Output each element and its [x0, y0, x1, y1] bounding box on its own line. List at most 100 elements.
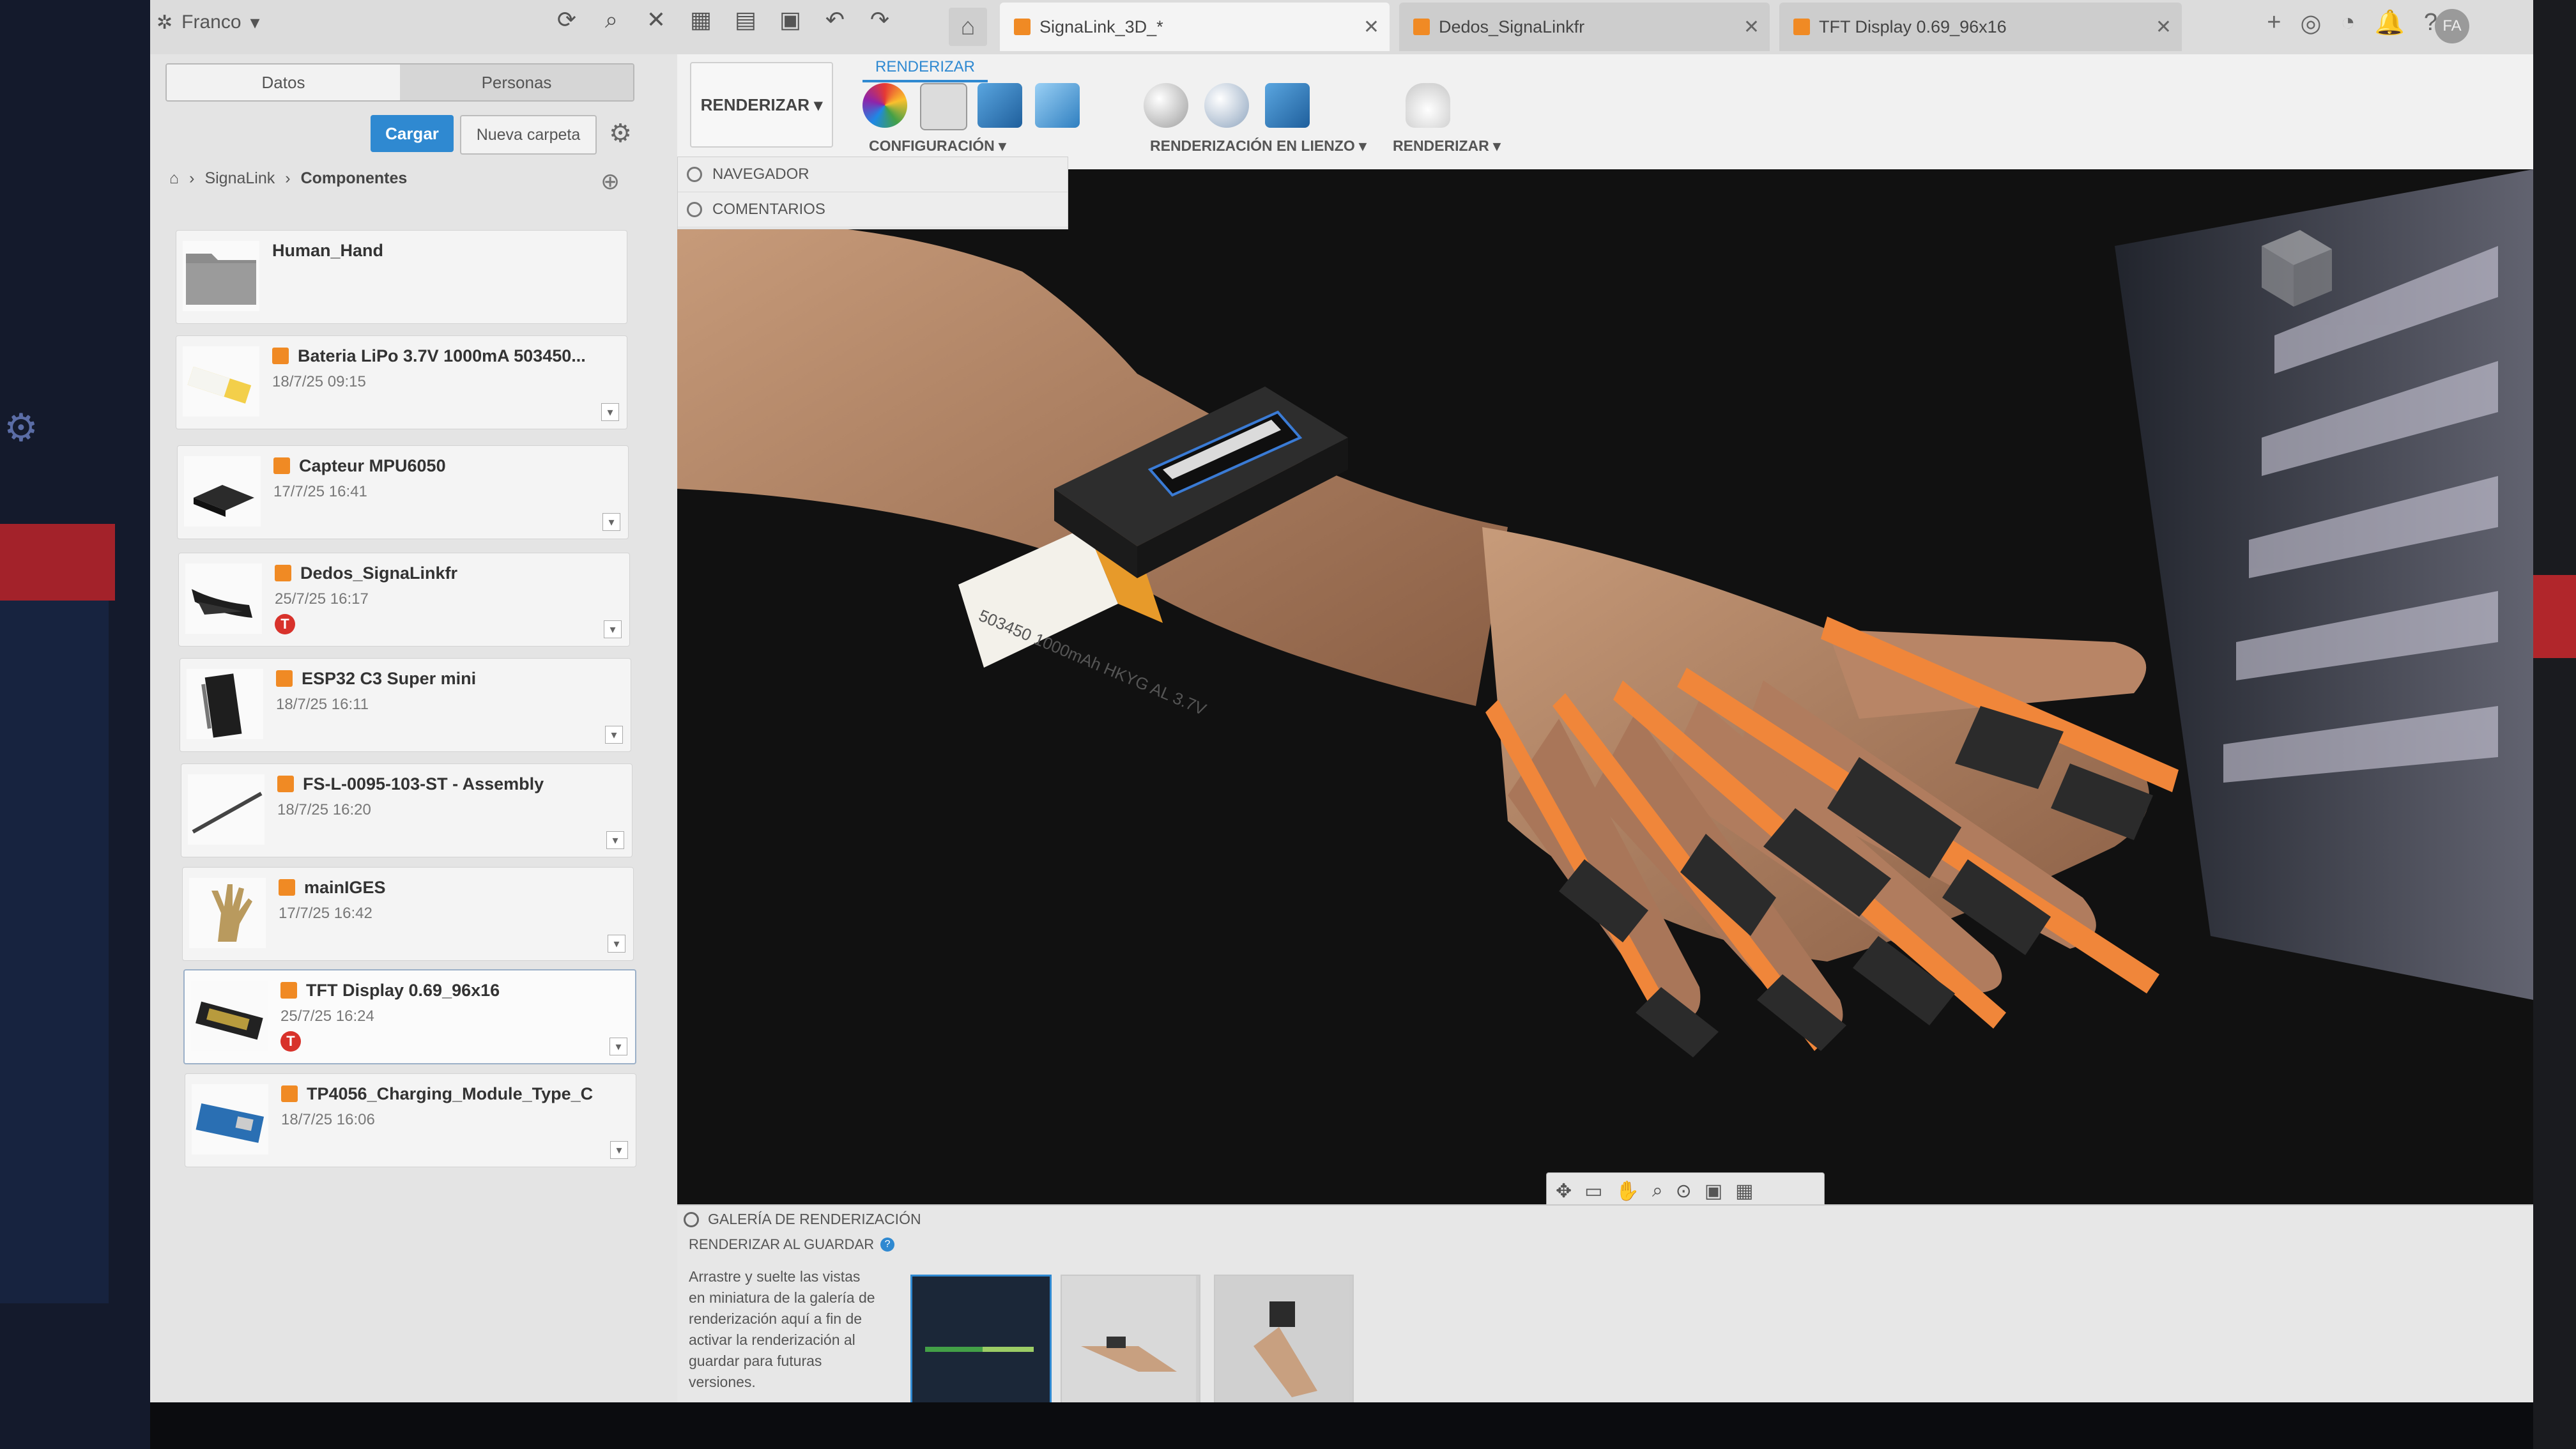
chevron-down-icon[interactable]: ▾ [602, 513, 620, 531]
breadcrumb-current: Componentes [300, 169, 408, 187]
expand-icon[interactable] [687, 167, 702, 182]
chevron-down-icon[interactable]: ▾ [601, 403, 619, 421]
look-at-icon[interactable]: ▭ [1584, 1180, 1602, 1202]
user-menu[interactable]: ✲ Franco ▾ [157, 6, 260, 38]
list-item[interactable]: FS-L-0095-103-ST - Assembly 18/7/25 16:2… [181, 763, 632, 857]
battery-thumbnail [183, 346, 259, 417]
home-icon[interactable]: ⌂ [949, 8, 987, 46]
zoom-icon[interactable]: ⌕ [1652, 1180, 1663, 1202]
tab-datos[interactable]: Datos [167, 65, 400, 100]
notifications-icon[interactable]: 🔔 [2375, 9, 2405, 38]
help-icon[interactable]: ? [880, 1238, 895, 1252]
item-name: Dedos_SignaLinkfr [300, 564, 458, 583]
render-gallery: GALERÍA DE RENDERIZACIÓN RENDERIZAR AL G… [677, 1204, 2533, 1402]
top-bar: ✲ Franco ▾ ⟳ ⌕ ✕ ▦ ▤ ▣ ↶ ↷ ⌂ SignaLink_3… [150, 0, 2533, 55]
file-menu-icon[interactable]: ▤ [732, 6, 760, 34]
home-icon[interactable]: ⌂ [169, 169, 179, 188]
item-name: ESP32 C3 Super mini [302, 669, 477, 688]
desktop-gear-icon: ⚙ [4, 406, 38, 449]
list-item[interactable]: Capteur MPU6050 17/7/25 16:41 ▾ [177, 445, 629, 539]
group-configuracion[interactable]: CONFIGURACIÓN ▾ [869, 137, 1006, 155]
item-date: 17/7/25 16:42 [279, 905, 372, 922]
render-thumbnail[interactable] [910, 1275, 1052, 1402]
job-status-icon[interactable]: ◔ [2341, 9, 2356, 38]
design-cube-icon [1413, 19, 1430, 35]
view-cube[interactable] [2242, 220, 2338, 316]
list-item[interactable]: Dedos_SignaLinkfr 25/7/25 16:17 T ▾ [178, 553, 630, 647]
chevron-down-icon[interactable]: ▾ [605, 726, 623, 744]
teapot-render-icon[interactable] [1406, 83, 1450, 128]
breadcrumb: ⌂ › SignaLink › Componentes [169, 169, 408, 188]
texture-map-icon[interactable] [977, 83, 1022, 128]
top-right-icons: + ◎ ◔ 🔔 ? [2267, 9, 2437, 38]
design-cube-icon [273, 457, 290, 474]
tab-personas[interactable]: Personas [400, 65, 633, 100]
render-toolbar: RENDERIZAR ▾ RENDERIZAR CONFIGURACIÓN ▾ … [677, 54, 2533, 170]
search-icon[interactable]: ⌕ [597, 6, 625, 34]
extensions-icon[interactable]: ◎ [2300, 9, 2321, 38]
capture-image-icon[interactable] [1265, 83, 1310, 128]
breadcrumb-item[interactable]: SignaLink [204, 169, 275, 188]
list-item[interactable]: mainIGES 17/7/25 16:42 ▾ [182, 867, 634, 961]
item-name: Human_Hand [272, 241, 384, 260]
upload-button[interactable]: Cargar [371, 115, 454, 152]
in-canvas-render-icon[interactable] [1144, 83, 1188, 128]
tab-signalink-3d[interactable]: SignaLink_3D_* ✕ [1000, 3, 1390, 51]
gallery-header[interactable]: GALERÍA DE RENDERIZACIÓN [684, 1211, 921, 1228]
render-thumbnail[interactable] [1061, 1275, 1200, 1402]
decal-icon[interactable] [1035, 83, 1080, 128]
tab-tft-display[interactable]: TFT Display 0.69_96x16 ✕ [1779, 3, 2182, 51]
chevron-down-icon[interactable]: ▾ [606, 831, 624, 849]
list-item[interactable]: Human_Hand [176, 230, 627, 324]
design-cube-icon [279, 879, 295, 896]
grid-apps-icon[interactable]: ▦ [687, 6, 715, 34]
grid-settings-icon[interactable]: ▦ [1735, 1180, 1753, 1202]
new-folder-button[interactable]: Nueva carpeta [460, 115, 597, 155]
avatar[interactable]: FA [2435, 9, 2469, 43]
data-panel: Datos Personas Cargar Nueva carpeta ⚙ ⌂ ›… [150, 54, 678, 1402]
save-icon[interactable]: ▣ [776, 6, 804, 34]
new-tab-icon[interactable]: + [2267, 9, 2281, 38]
render-settings-icon[interactable] [1204, 83, 1249, 128]
group-renderizacion-en-lienzo[interactable]: RENDERIZACIÓN EN LIENZO ▾ [1150, 137, 1367, 155]
chevron-down-icon[interactable]: ▾ [610, 1038, 627, 1055]
gallery-description: Arrastre y suelte las vistas en miniatur… [689, 1268, 875, 1390]
list-item-selected[interactable]: TFT Display 0.69_96x16 25/7/25 16:24 T ▾ [183, 969, 636, 1064]
navigation-bar: ✥ ▭ ✋ ⌕ ⊙ ▣ ▦ [1546, 1172, 1825, 1204]
sensor-thumbnail [184, 456, 261, 526]
list-item[interactable]: ESP32 C3 Super mini 18/7/25 16:11 ▾ [180, 658, 631, 752]
render-thumbnail[interactable] [1214, 1275, 1354, 1402]
workspace-selector[interactable]: RENDERIZAR ▾ [690, 62, 833, 148]
chevron-down-icon[interactable]: ▾ [610, 1141, 628, 1159]
group-renderizar[interactable]: RENDERIZAR ▾ [1393, 137, 1501, 155]
chevron-down-icon: ▾ [250, 12, 260, 33]
display-settings-icon[interactable]: ▣ [1705, 1180, 1722, 1202]
browser-comentarios[interactable]: COMENTARIOS [678, 192, 1068, 227]
undo-icon[interactable]: ↶ [821, 6, 849, 34]
list-item[interactable]: Bateria LiPo 3.7V 1000mA 503450... 18/7/… [176, 335, 627, 429]
list-item[interactable]: TP4056_Charging_Module_Type_C 18/7/25 16… [185, 1073, 636, 1167]
appearance-icon[interactable] [862, 83, 907, 128]
item-name: mainIGES [304, 878, 386, 897]
redo-icon[interactable]: ↷ [866, 6, 894, 34]
expand-icon[interactable] [687, 202, 702, 217]
tab-renderizar[interactable]: RENDERIZAR [862, 54, 988, 82]
scene-settings-icon[interactable] [920, 83, 967, 130]
refresh-icon[interactable]: ⟳ [553, 6, 581, 34]
3d-viewport[interactable]: 503450 1000mAh HKYG AL 3.7V ✥ ▭ ✋ ⌕ ⊙ ▣ … [677, 169, 2533, 1204]
close-tab-icon[interactable]: ✕ [1363, 16, 1379, 38]
close-icon[interactable]: ✕ [642, 6, 670, 34]
chevron-down-icon[interactable]: ▾ [608, 935, 625, 953]
orbit-icon[interactable]: ✥ [1556, 1180, 1572, 1202]
chevron-down-icon[interactable]: ▾ [604, 620, 622, 638]
pan-icon[interactable]: ✋ [1616, 1180, 1639, 1202]
settings-gear-icon[interactable]: ⚙ [604, 117, 637, 150]
fit-icon[interactable]: ⊙ [1676, 1180, 1692, 1202]
collapse-icon[interactable] [684, 1211, 699, 1227]
design-cube-icon [277, 776, 294, 792]
browser-navegador[interactable]: NAVEGADOR [678, 157, 1068, 192]
close-tab-icon[interactable]: ✕ [2156, 16, 2172, 38]
close-tab-icon[interactable]: ✕ [1744, 16, 1759, 38]
globe-icon[interactable]: ⊕ [601, 168, 620, 195]
tab-dedos-signalinkfr[interactable]: Dedos_SignaLinkfr ✕ [1399, 3, 1770, 51]
